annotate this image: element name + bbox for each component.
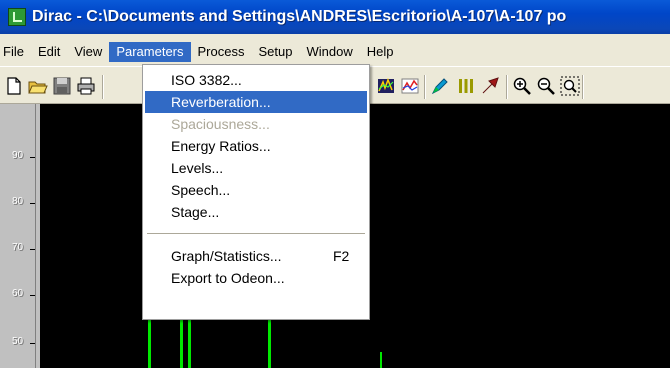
- menu-item-levels[interactable]: Levels...: [145, 157, 367, 179]
- print-icon[interactable]: [76, 76, 96, 96]
- signal-spike: [148, 316, 151, 368]
- menu-item-shortcut: F2: [333, 248, 350, 264]
- arrow-icon[interactable]: [480, 76, 500, 96]
- title-bar: Dirac - C:\Documents and Settings\ANDRES…: [0, 0, 670, 34]
- toolbar-separator: [424, 75, 426, 99]
- parameters-menu: ISO 3382... Reverberation... Spaciousnes…: [142, 64, 370, 320]
- menu-item-label: ISO 3382...: [171, 72, 242, 88]
- menu-item-label: Energy Ratios...: [171, 138, 271, 154]
- menu-item-label: Export to Odeon...: [171, 270, 285, 286]
- y-tick: [30, 249, 35, 250]
- menu-item-spaciousness: Spaciousness...: [145, 113, 367, 135]
- y-tick: [30, 295, 35, 296]
- signal-spike: [268, 316, 271, 368]
- menu-item-label: Levels...: [171, 160, 224, 176]
- line-chart-icon[interactable]: [400, 76, 420, 96]
- menu-item-label: Spaciousness...: [171, 116, 270, 132]
- new-icon[interactable]: [4, 76, 24, 96]
- toolbar-separator: [102, 75, 104, 99]
- menu-help[interactable]: Help: [360, 42, 401, 62]
- menu-item-speech[interactable]: Speech...: [145, 179, 367, 201]
- menu-file[interactable]: File: [0, 42, 31, 62]
- menu-item-label: Stage...: [171, 204, 220, 220]
- menu-item-export-odeon[interactable]: Export to Odeon...: [145, 267, 367, 289]
- menu-process[interactable]: Process: [191, 42, 252, 62]
- zoom-out-icon[interactable]: [536, 76, 556, 96]
- y-tick-label: 80: [12, 196, 24, 207]
- menu-item-iso3382[interactable]: ISO 3382...: [145, 69, 367, 91]
- toolbar-separator: [506, 75, 508, 99]
- app-icon: [8, 8, 26, 26]
- menu-view[interactable]: View: [67, 42, 109, 62]
- menu-bar: File Edit View Parameters Process Setup …: [0, 41, 670, 63]
- color-chart-icon[interactable]: [376, 76, 396, 96]
- menu-item-graph-statistics[interactable]: Graph/Statistics... F2: [145, 245, 367, 267]
- marker-icon[interactable]: [430, 76, 450, 96]
- bars-icon[interactable]: [456, 76, 476, 96]
- zoom-in-icon[interactable]: [512, 76, 532, 96]
- y-tick: [30, 203, 35, 204]
- menu-separator: [147, 233, 365, 234]
- save-icon[interactable]: [52, 76, 72, 96]
- signal-spike: [380, 352, 382, 368]
- menu-item-label: Reverberation...: [171, 94, 271, 110]
- menu-edit[interactable]: Edit: [31, 42, 67, 62]
- y-axis-ruler: 90 80 70 60 50: [0, 104, 40, 368]
- zoom-fit-icon[interactable]: [560, 76, 580, 96]
- menu-window[interactable]: Window: [299, 42, 359, 62]
- menu-item-stage[interactable]: Stage...: [145, 201, 367, 223]
- y-tick-label: 70: [12, 242, 24, 253]
- menu-item-label: Speech...: [171, 182, 231, 198]
- signal-spike: [180, 316, 183, 368]
- y-tick: [30, 157, 35, 158]
- y-tick: [30, 343, 35, 344]
- y-tick-label: 90: [12, 150, 24, 161]
- signal-spike: [188, 316, 191, 368]
- menu-setup[interactable]: Setup: [251, 42, 299, 62]
- menu-item-label: Graph/Statistics...: [171, 248, 282, 264]
- menu-parameters[interactable]: Parameters: [109, 42, 191, 62]
- ruler-line: [35, 104, 36, 368]
- open-folder-icon[interactable]: [28, 76, 48, 96]
- menu-item-energy-ratios[interactable]: Energy Ratios...: [145, 135, 367, 157]
- window-title: Dirac - C:\Documents and Settings\ANDRES…: [32, 8, 567, 25]
- y-tick-label: 50: [12, 336, 24, 347]
- y-tick-label: 60: [12, 288, 24, 299]
- toolbar-separator: [582, 75, 584, 99]
- menu-item-reverberation[interactable]: Reverberation...: [145, 91, 367, 113]
